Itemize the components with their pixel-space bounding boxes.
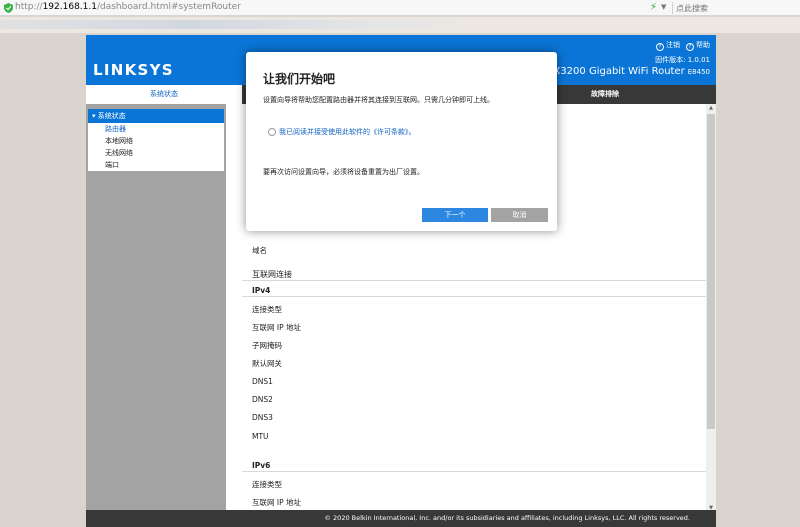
tab-system-status[interactable]: 系统状态 (86, 85, 242, 104)
dialog-description: 设置向导将帮助您配置路由器并将其连接到互联网。只需几分钟即可上线。 (263, 96, 494, 104)
setup-wizard-dialog: 让我们开始吧 设置向导将帮助您配置路由器并将其连接到互联网。只需几分钟即可上线。… (246, 52, 557, 231)
license-terms-link[interactable]: 我已阅读并接受使用此软件的《许可条款》。 (279, 127, 416, 137)
ipv4-row: 默认网关 (252, 359, 282, 368)
header-links: ? 注销? 帮助 (656, 40, 710, 51)
url-scheme: http:// (15, 2, 43, 12)
ipv4-row: 连接类型 (252, 305, 282, 314)
next-button[interactable]: 下一个 (422, 208, 488, 222)
model-name: AX3200 Gigabit WiFi Router E8450 (547, 66, 710, 77)
scroll-up-icon[interactable]: ▲ (707, 105, 715, 113)
dialog-note: 要再次访问设置向导，必须将设备重置为出厂设置。 (263, 168, 424, 176)
url-path: /dashboard.html#systemRouter (96, 2, 241, 12)
sidebar-item-local-network[interactable]: 本地网络 (88, 135, 224, 147)
logout-link[interactable]: 注销 (666, 41, 680, 49)
ipv4-row: MTU (252, 432, 269, 441)
search-input[interactable] (676, 1, 800, 15)
url-host: 192.168.1.1 (42, 2, 97, 12)
hostname-label: 域名 (252, 246, 267, 255)
ipv4-row: 子网掩码 (252, 341, 282, 350)
sidebar-section-system-status[interactable]: ▾ 系统状态 (88, 109, 224, 123)
tab-strip (0, 17, 800, 33)
model-title: AX3200 Gigabit WiFi Router (546, 66, 685, 77)
help-link[interactable]: 帮助 (696, 41, 710, 49)
firmware-version: 固件版本: 1.0.01 (655, 56, 710, 64)
sidebar-item-ports[interactable]: 端口 (88, 159, 224, 171)
ipv4-title: IPv4 (252, 286, 271, 295)
sidebar-item-wireless[interactable]: 无线网络 (88, 147, 224, 159)
scroll-thumb[interactable] (707, 114, 715, 429)
chevron-down-icon[interactable]: ▼ (661, 3, 666, 11)
url-field[interactable]: http://192.168.1.1/dashboard.html#system… (15, 2, 241, 12)
lightning-icon[interactable]: ⚡ (650, 2, 657, 13)
ipv6-row: 互联网 IP 地址 (252, 498, 302, 507)
sidebar-list: 路由器 本地网络 无线网络 端口 (88, 123, 224, 171)
tab-troubleshooting[interactable]: 故障排除 (591, 85, 619, 104)
help-circle-icon: ? (686, 43, 694, 51)
divider (242, 280, 706, 281)
divider (242, 471, 706, 472)
ipv6-row: 连接类型 (252, 480, 282, 489)
ipv4-row: DNS1 (252, 377, 273, 386)
ipv4-row: DNS3 (252, 413, 273, 422)
ipv4-row: 互联网 IP 地址 (252, 323, 302, 332)
sidebar-item-router[interactable]: 路由器 (88, 123, 224, 135)
dialog-title: 让我们开始吧 (263, 72, 336, 86)
cancel-button[interactable]: 取消 (491, 208, 548, 222)
ipv6-title: IPv6 (252, 461, 271, 470)
shield-icon (4, 3, 13, 13)
triangle-down-icon: ▾ (92, 112, 96, 120)
browser-address-bar: http://192.168.1.1/dashboard.html#system… (0, 0, 800, 16)
blurred-tabs (0, 20, 470, 29)
internet-section-title: 互联网连接 (252, 270, 292, 279)
sidebar-section-label: 系统状态 (97, 112, 126, 120)
divider (672, 2, 673, 14)
divider (242, 296, 706, 297)
license-radio[interactable] (268, 128, 276, 136)
help-circle-icon: ? (656, 43, 664, 51)
ipv4-row: DNS2 (252, 395, 273, 404)
model-code: E8450 (687, 68, 710, 76)
content-scrollbar[interactable]: ▲ ▼ (706, 104, 716, 514)
linksys-logo: LINKSYS (93, 61, 174, 79)
footer-copyright: © 2020 Belkin International, Inc. and/or… (86, 510, 716, 527)
sidebar: ▾ 系统状态 路由器 本地网络 无线网络 端口 (86, 104, 226, 527)
